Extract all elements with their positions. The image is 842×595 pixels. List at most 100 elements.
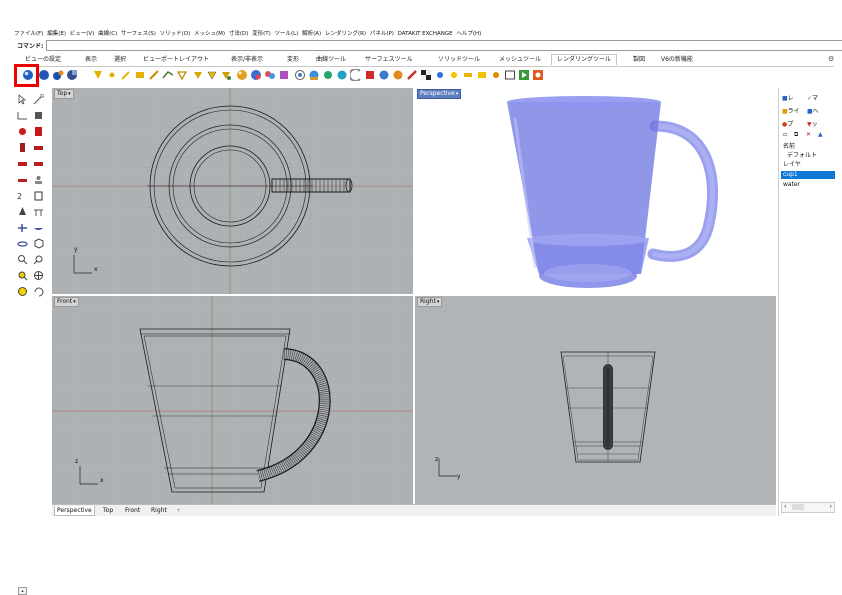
linear-light-icon[interactable] (148, 69, 160, 81)
horizontal-scrollbar[interactable]: ‹ › (781, 502, 835, 513)
material-assign-icon[interactable] (250, 69, 262, 81)
table-tool-icon[interactable] (33, 206, 44, 217)
panel-window-icon[interactable] (504, 69, 516, 81)
snapshot-icon[interactable] (462, 69, 474, 81)
viewport-top-label[interactable]: Top▾ (54, 89, 74, 99)
menu-analyze[interactable]: 解析(A) (302, 31, 321, 37)
viewport-menu-arrow-icon[interactable]: ▾ (68, 91, 71, 97)
panel-tab-layers[interactable]: ■レ (782, 93, 794, 102)
menu-dimension[interactable]: 寸法(D) (229, 31, 249, 37)
light-edit-icon[interactable] (176, 69, 188, 81)
panel-tab-display[interactable]: ▼ッ (807, 119, 818, 128)
light-list-icon[interactable] (220, 69, 232, 81)
tab-show-hide[interactable]: 表示/非表示 (226, 55, 268, 65)
car-tool-icon[interactable] (33, 142, 44, 153)
decal-icon[interactable] (278, 69, 290, 81)
viewport-front[interactable]: Front▾ z x (52, 296, 413, 504)
tab-render-tools[interactable]: レンダリングツール (551, 54, 618, 65)
dimension-icon[interactable] (17, 142, 28, 153)
point-light-icon[interactable] (106, 69, 118, 81)
tab-mesh-tools[interactable]: メッシュツール (494, 55, 546, 65)
delete-layer-icon[interactable]: ✕ (806, 131, 811, 138)
panel-tab-materials[interactable]: ✓マ (807, 93, 818, 102)
menu-view[interactable]: ビュー(V) (70, 31, 95, 37)
viewport-menu-arrow-icon[interactable]: ▾ (73, 299, 76, 305)
zoom-extents-icon[interactable] (17, 270, 28, 281)
ground-plane-icon[interactable] (308, 69, 320, 81)
environment-icon[interactable] (264, 69, 276, 81)
light-toggle-icon[interactable] (206, 69, 218, 81)
command-input[interactable] (46, 40, 842, 51)
select-pointer-icon[interactable] (17, 94, 28, 105)
menu-tools[interactable]: ツール(L) (275, 31, 299, 37)
add-viewport-tab-button[interactable]: + (174, 506, 183, 515)
viewport-tab-right[interactable]: Right (149, 506, 169, 515)
small-caret-icon[interactable]: ▴ (18, 587, 27, 595)
rotate-view-icon[interactable] (33, 270, 44, 281)
sun-settings-icon[interactable] (490, 69, 502, 81)
render-play-icon[interactable] (518, 69, 530, 81)
render-window-icon[interactable] (52, 69, 64, 81)
box-icon[interactable] (33, 238, 44, 249)
menu-datakit[interactable]: DATAKIT EXCHANGE (398, 31, 453, 37)
sky-icon[interactable] (336, 69, 348, 81)
menu-file[interactable]: ファイル(F) (14, 31, 43, 37)
directional-light-icon[interactable] (120, 69, 132, 81)
properties-icon[interactable] (33, 126, 44, 137)
camera-icon[interactable] (448, 69, 460, 81)
checker-icon[interactable] (420, 69, 432, 81)
render-region-icon[interactable] (66, 69, 78, 81)
tab-solid-tools[interactable]: ソリッドツール (433, 55, 485, 65)
blue-dot-icon[interactable] (434, 69, 446, 81)
layer-row-selected[interactable]: cup1 (781, 171, 835, 179)
material-sphere-icon[interactable] (236, 69, 248, 81)
viewport-perspective[interactable]: Perspective▾ (415, 88, 776, 294)
menu-transform[interactable]: 変形(T) (252, 31, 271, 37)
gear-icon[interactable]: ⚙ (828, 55, 834, 63)
sun-icon[interactable] (322, 69, 334, 81)
rectangular-light-icon[interactable] (134, 69, 146, 81)
tab-display[interactable]: 表示 (80, 55, 102, 65)
named-view-icon[interactable] (476, 69, 488, 81)
viewport-tab-front[interactable]: Front (123, 506, 142, 515)
scroll-left-icon[interactable]: ‹ (784, 503, 786, 510)
panel-tab-lights[interactable]: ■ライ (782, 106, 800, 115)
vehicle-icon[interactable] (17, 158, 28, 169)
person-icon[interactable] (33, 174, 44, 185)
tab-v6-new-features[interactable]: V6の新機能 (656, 55, 698, 65)
viewport-tab-perspective[interactable]: Perspective (54, 506, 95, 516)
menu-solid[interactable]: ソリッド(O) (160, 31, 191, 37)
render-preview-icon[interactable] (38, 69, 50, 81)
tab-select[interactable]: 選択 (109, 55, 131, 65)
control-points-icon[interactable] (33, 94, 44, 105)
thickening-icon[interactable] (406, 69, 418, 81)
tab-curve-tools[interactable]: 曲線ツール (311, 55, 351, 65)
viewport-menu-arrow-icon[interactable]: ▾ (437, 299, 440, 305)
zoom-window-icon[interactable] (33, 254, 44, 265)
shutlining-icon[interactable] (392, 69, 404, 81)
curve-piping-icon[interactable] (350, 69, 362, 81)
panel-tab-properties[interactable]: ●プ (782, 119, 793, 128)
tab-drafting[interactable]: 製図 (628, 55, 650, 65)
menu-mesh[interactable]: メッシュ(M) (194, 31, 225, 37)
edge-softening-icon[interactable] (378, 69, 390, 81)
viewport-menu-arrow-icon[interactable]: ▾ (456, 91, 459, 97)
red-tool-icon[interactable] (17, 126, 28, 137)
viewport-perspective-label[interactable]: Perspective▾ (417, 89, 462, 99)
building-icon[interactable] (33, 190, 44, 201)
viewport-right[interactable]: Right▾ z y (415, 296, 776, 504)
zoom-icon[interactable] (17, 254, 28, 265)
viewport-tab-top[interactable]: Top (101, 506, 115, 515)
gumball-icon[interactable] (17, 110, 28, 121)
tab-viewport-layout[interactable]: ビューポートレイアウト (138, 55, 214, 65)
new-layer-icon[interactable]: ▫ (783, 131, 787, 138)
menu-help[interactable]: ヘルプ(H) (456, 31, 481, 37)
menu-curve[interactable]: 曲線(C) (98, 31, 117, 37)
light-settings-icon[interactable] (162, 69, 174, 81)
texture-mapping-icon[interactable] (294, 69, 306, 81)
viewport-top[interactable]: Top▾ y x (52, 88, 413, 294)
plane-icon[interactable] (17, 222, 28, 233)
tab-transform[interactable]: 変形 (282, 55, 304, 65)
scroll-thumb[interactable] (792, 504, 804, 510)
spot-target-icon[interactable] (192, 69, 204, 81)
